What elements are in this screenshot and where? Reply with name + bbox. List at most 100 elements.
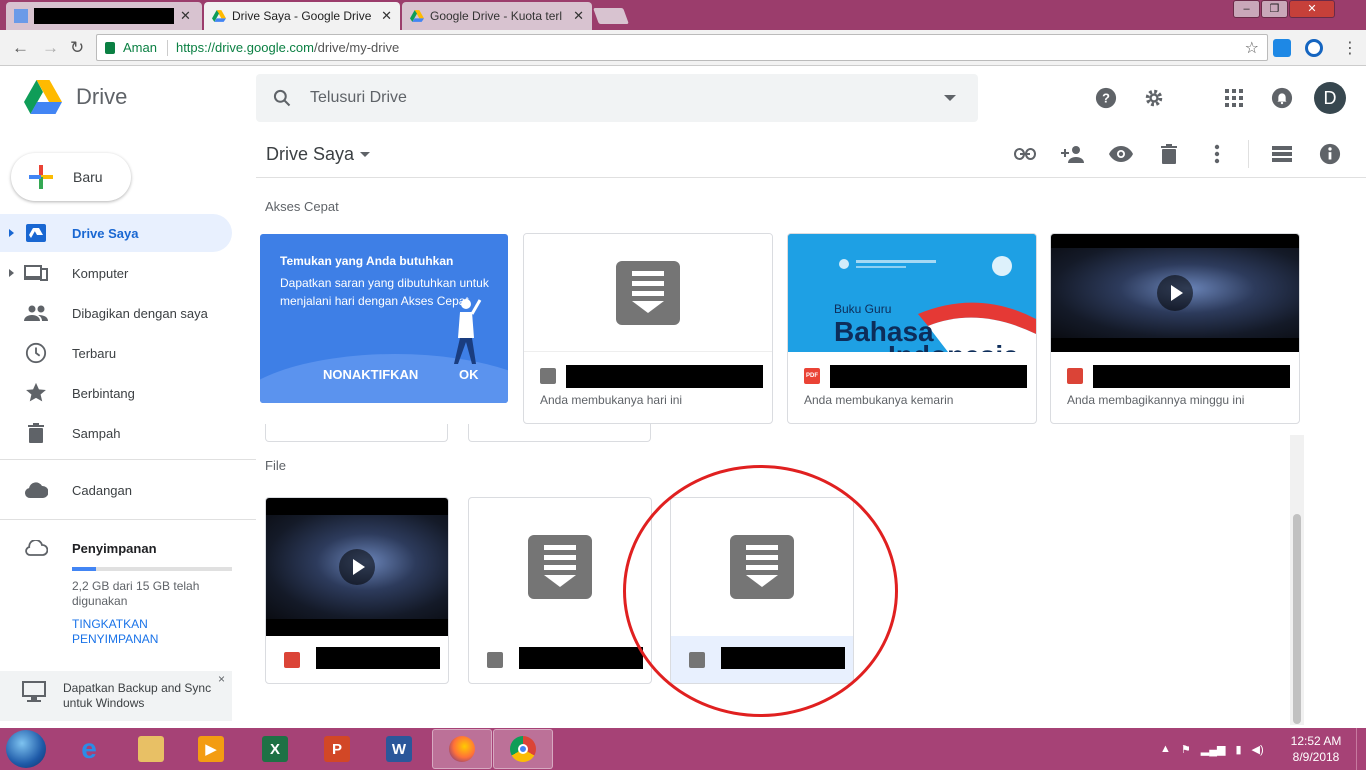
settings-gear-icon[interactable]	[1142, 86, 1166, 110]
sidebar-item-label: Sampah	[72, 425, 121, 441]
close-window-button[interactable]: ✕	[1289, 0, 1335, 18]
restore-button[interactable]: ❐	[1261, 0, 1288, 18]
browser-menu-icon[interactable]: ⋮	[1342, 38, 1358, 58]
new-tab-button[interactable]	[593, 8, 629, 24]
bookmark-star-icon[interactable]: ☆	[1245, 38, 1259, 58]
browser-tab-3[interactable]: Google Drive - Kuota terl ✕	[402, 2, 592, 30]
sidebar-item-trash[interactable]: Sampah	[0, 414, 232, 452]
trash-icon[interactable]	[1157, 142, 1181, 166]
chevron-down-icon[interactable]	[360, 152, 370, 157]
file-card-footer	[266, 636, 448, 683]
quick-access-card[interactable]: Anda membukanya hari ini	[523, 233, 773, 424]
video-file-icon	[284, 652, 300, 668]
storage-bar-fill	[72, 567, 96, 571]
network-signal-icon[interactable]: ▂▄▆	[1201, 743, 1226, 756]
play-icon[interactable]	[339, 549, 375, 585]
start-button[interactable]	[6, 730, 46, 768]
extension-icon[interactable]	[1305, 39, 1323, 57]
scrollbar[interactable]	[1290, 435, 1304, 725]
file-card-selected[interactable]	[670, 497, 854, 684]
activity-text: Anda membukanya kemarin	[804, 393, 954, 407]
list-view-icon[interactable]	[1270, 142, 1294, 166]
battery-icon[interactable]: ▮	[1235, 743, 1241, 756]
ok-button[interactable]: OK	[459, 367, 479, 382]
pdf-file-icon: PDF	[804, 368, 820, 384]
cloud-outline-icon	[24, 536, 48, 560]
disable-quick-access-button[interactable]: NONAKTIFKAN	[323, 367, 418, 382]
search-input[interactable]: Telusuri Drive	[310, 89, 944, 107]
add-person-icon[interactable]	[1061, 142, 1085, 166]
search-options-icon[interactable]	[944, 95, 956, 101]
video-file-icon	[1067, 368, 1083, 384]
back-icon[interactable]: ←	[12, 38, 29, 58]
sidebar-item-starred[interactable]: Berbintang	[0, 374, 232, 412]
upgrade-storage-link[interactable]: TINGKATKAN PENYIMPANAN	[72, 617, 192, 647]
quick-access-card[interactable]: Buku Guru Bahasa Indonesia PDF Anda memb…	[787, 233, 1037, 424]
reload-icon[interactable]: ↻	[70, 38, 84, 58]
account-avatar[interactable]: D	[1314, 82, 1346, 114]
sidebar-item-shared[interactable]: Dibagikan dengan saya	[0, 294, 232, 332]
address-bar[interactable]: Aman https://drive.google.com/drive/my-d…	[96, 34, 1268, 61]
sidebar-item-my-drive[interactable]: Drive Saya	[0, 214, 232, 252]
media-player-icon[interactable]: ▶	[181, 729, 241, 769]
windows-taskbar: e ▶ X P W ▲ ⚑ ▂▄▆ ▮ ◀) 12:52 AM 8/9/2018	[0, 728, 1366, 770]
expand-arrow-icon[interactable]	[9, 269, 14, 277]
powerpoint-icon[interactable]: P	[307, 729, 367, 769]
word-icon[interactable]: W	[369, 729, 429, 769]
page-title[interactable]: Drive Saya	[266, 144, 354, 165]
info-icon[interactable]	[1318, 142, 1342, 166]
notifications-bell-icon[interactable]	[1270, 86, 1294, 110]
apps-grid-icon[interactable]	[1222, 86, 1246, 110]
sidebar-item-computers[interactable]: Komputer	[0, 254, 232, 292]
document-icon	[616, 260, 680, 325]
drive-logo[interactable]: Drive	[24, 80, 127, 114]
secure-label: Aman	[123, 40, 157, 55]
book-label: Buku Guru	[834, 302, 892, 316]
show-desktop-button[interactable]	[1356, 728, 1366, 770]
new-button[interactable]: Baru	[11, 153, 131, 201]
preview-eye-icon[interactable]	[1109, 142, 1133, 166]
close-tab-icon[interactable]: ✕	[381, 8, 392, 24]
firefox-icon[interactable]	[432, 729, 492, 769]
expand-arrow-icon[interactable]	[9, 229, 14, 237]
more-options-icon[interactable]	[1205, 142, 1229, 166]
backup-promo[interactable]: Dapatkan Backup and Sync untuk Windows ×	[0, 671, 232, 721]
quick-access-card[interactable]: Anda membagikannya minggu ini	[1050, 233, 1300, 424]
document-icon	[14, 9, 28, 23]
show-hidden-icons-icon[interactable]: ▲	[1160, 743, 1171, 755]
file-card[interactable]	[468, 497, 652, 684]
close-icon[interactable]: ×	[218, 672, 225, 686]
internet-explorer-icon[interactable]: e	[59, 729, 119, 769]
file-thumbnail	[671, 498, 853, 636]
browser-tab-2[interactable]: Drive Saya - Google Drive ✕	[204, 2, 400, 30]
file-thumbnail: Buku Guru Bahasa Indonesia	[788, 234, 1036, 352]
system-clock[interactable]: 12:52 AM 8/9/2018	[1286, 733, 1346, 765]
file-explorer-icon[interactable]	[121, 729, 181, 769]
play-icon[interactable]	[1157, 275, 1193, 311]
help-icon[interactable]: ?	[1094, 86, 1118, 110]
sidebar-item-backups[interactable]: Cadangan	[0, 471, 232, 509]
scrollbar-thumb[interactable]	[1293, 514, 1301, 724]
volume-icon[interactable]: ◀)	[1252, 743, 1264, 756]
redacted-file-name	[830, 365, 1027, 388]
redacted-file-name	[316, 647, 440, 669]
close-tab-icon[interactable]: ✕	[573, 8, 584, 24]
close-tab-icon[interactable]: ✕	[180, 8, 191, 24]
extension-icon[interactable]	[1273, 39, 1291, 57]
search-box[interactable]: Telusuri Drive	[256, 74, 978, 122]
sidebar-item-recent[interactable]: Terbaru	[0, 334, 232, 372]
browser-tab-1[interactable]: ✕	[6, 2, 202, 30]
forward-icon[interactable]: →	[42, 38, 59, 58]
file-card[interactable]	[265, 497, 449, 684]
file-thumbnail	[524, 234, 772, 352]
excel-icon[interactable]: X	[245, 729, 305, 769]
computer-icon	[24, 261, 48, 285]
chrome-icon[interactable]	[493, 729, 553, 769]
minimize-button[interactable]: –	[1233, 0, 1260, 18]
link-icon[interactable]	[1013, 142, 1037, 166]
redacted-file-name	[566, 365, 763, 388]
book-title-line2: Indonesia	[888, 340, 1019, 352]
sidebar-item-storage[interactable]: Penyimpanan	[0, 529, 232, 567]
redacted-tab-title	[34, 8, 174, 24]
action-center-flag-icon[interactable]: ⚑	[1181, 743, 1191, 756]
